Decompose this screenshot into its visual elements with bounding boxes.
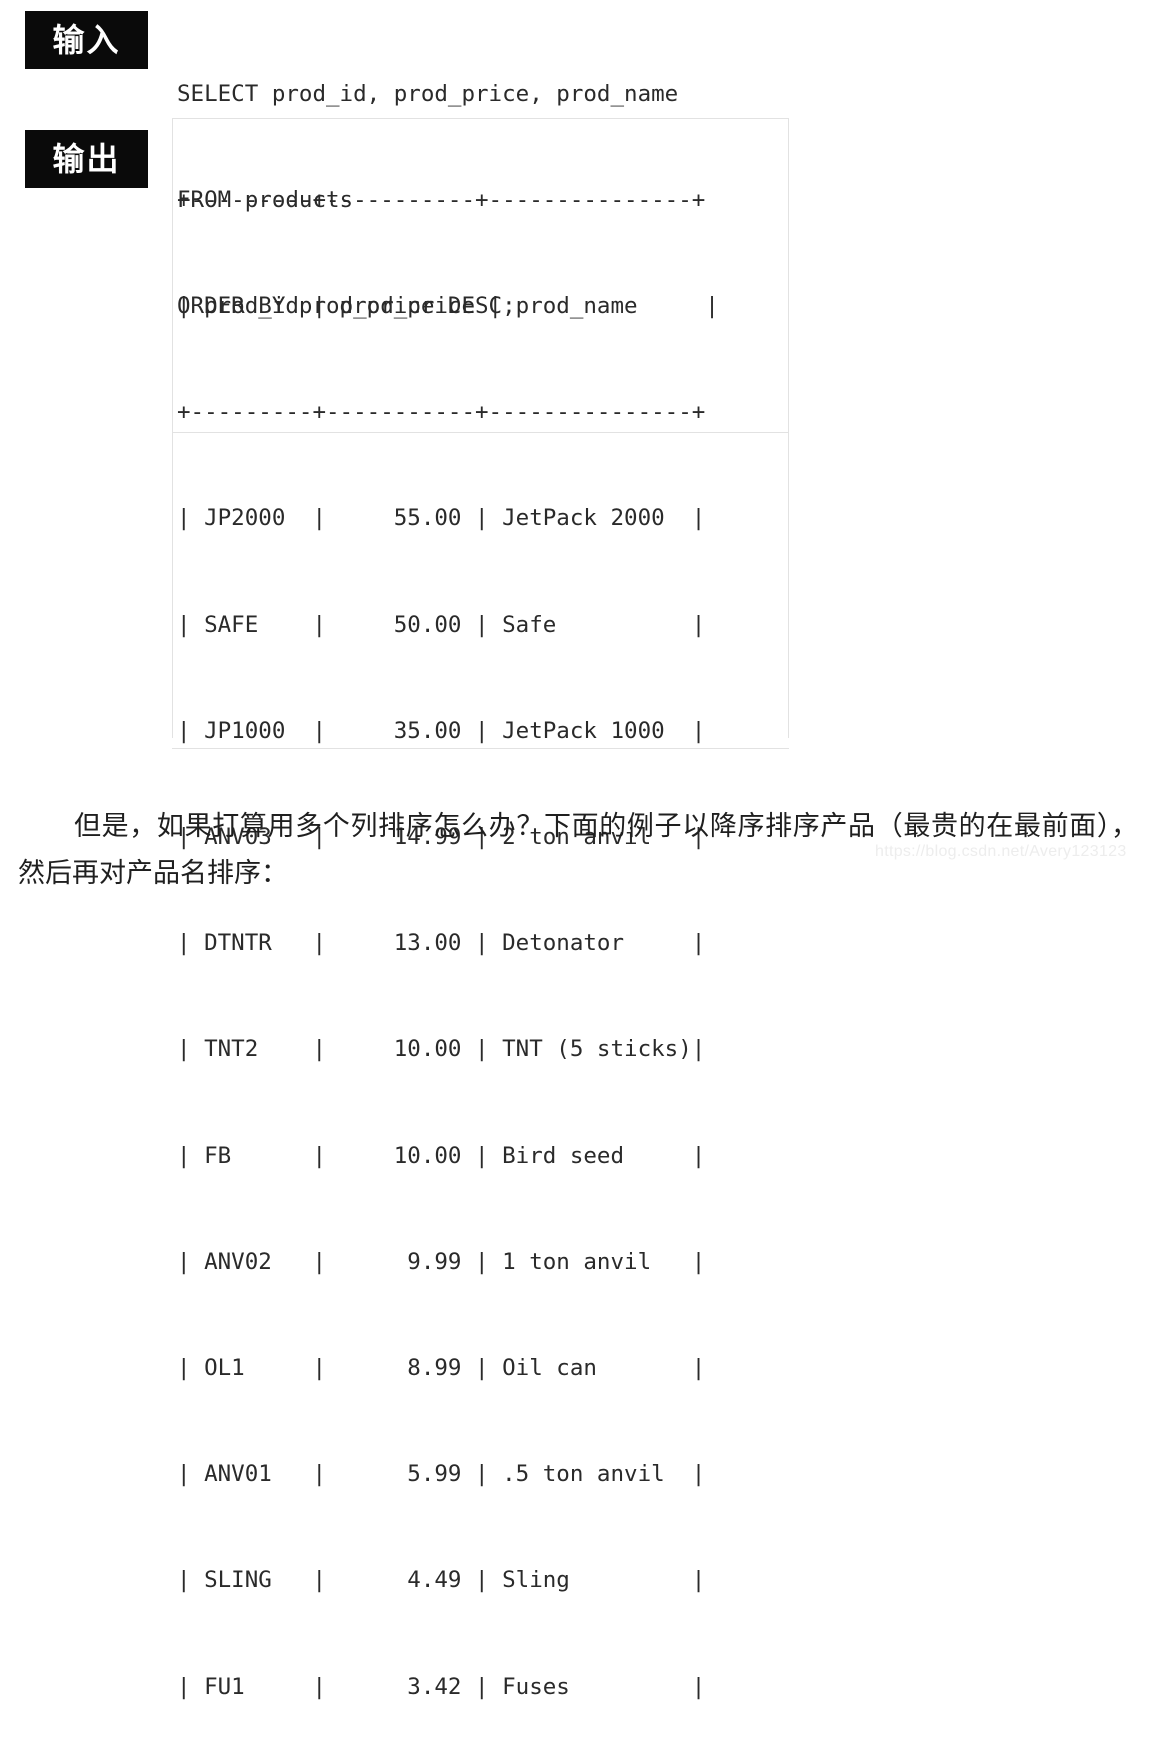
table-row: | JP1000 | 35.00 | JetPack 1000 | (177, 717, 706, 744)
table-row: | JP2000 | 55.00 | JetPack 2000 | (177, 505, 706, 532)
query-result-table: +---------+-----------+---------------+ … (177, 112, 719, 1748)
table-row: | TNT2 | 10.00 | TNT (5 sticks)| (177, 1036, 706, 1063)
output-block-right-rule (788, 118, 789, 738)
table-row: | OL1 | 8.99 | Oil can | (177, 1355, 706, 1382)
table-border-header: +---------+-----------+---------------+ (177, 399, 706, 426)
table-row: | ANV01 | 5.99 | .5 ton anvil | (177, 1461, 706, 1488)
table-row: | SLING | 4.49 | Sling | (177, 1567, 706, 1594)
output-label-badge: 输出 (25, 130, 148, 188)
table-row: | DTNTR | 13.00 | Detonator | (177, 930, 706, 957)
sql-code-line: SELECT prod_id, prod_price, prod_name (177, 80, 679, 107)
source-watermark: https://blog.csdn.net/Avery123123 (875, 843, 1127, 860)
table-row: | ANV02 | 9.99 | 1 ton anvil | (177, 1248, 706, 1275)
table-row: | FB | 10.00 | Bird seed | (177, 1142, 706, 1169)
table-header-row: | prod_id | prod_price | prod_name | (177, 293, 719, 320)
table-row: | FU1 | 3.42 | Fuses | (177, 1673, 706, 1700)
table-row: | SAFE | 50.00 | Safe | (177, 611, 706, 638)
output-block-left-rule (172, 118, 173, 738)
table-border-top: +---------+-----------+---------------+ (177, 186, 706, 213)
input-label-badge: 输入 (25, 11, 148, 69)
